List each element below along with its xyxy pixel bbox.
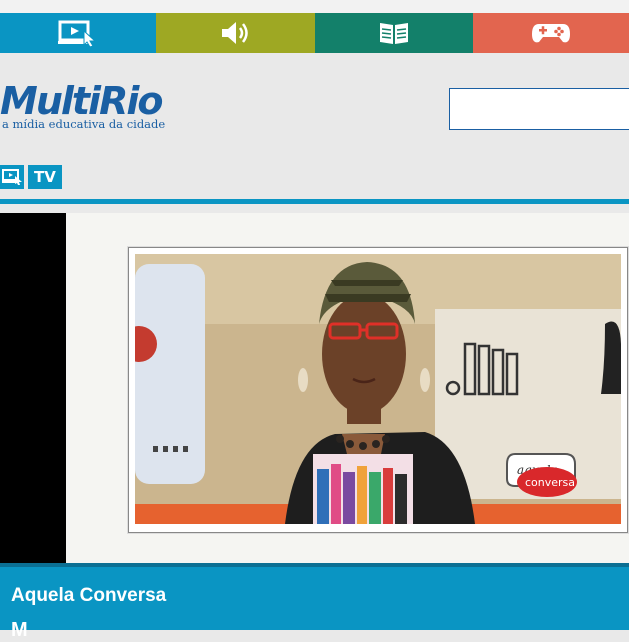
presenter-image: aquela conversa [135, 254, 621, 524]
video-frame: aquela conversa [128, 247, 628, 533]
speaker-icon [221, 22, 248, 44]
book-icon [380, 23, 408, 44]
category-bar [0, 13, 629, 53]
breadcrumb: TV [0, 165, 62, 189]
breadcrumb-video-icon[interactable] [0, 165, 24, 189]
badge-text-conversa: conversa [525, 476, 575, 489]
episode-subtitle: M [11, 619, 28, 641]
header-divider [0, 199, 629, 204]
program-title: Aquela Conversa [11, 585, 167, 606]
category-video[interactable] [0, 13, 156, 53]
category-games[interactable] [473, 13, 629, 53]
logo-tagline: a mídia educativa da cidade [2, 117, 166, 131]
video-thumbnail: aquela conversa [135, 254, 621, 524]
multirio-logo[interactable]: MultiRio a mídia educativa da cidade [0, 81, 165, 131]
search-input[interactable] [449, 88, 629, 130]
video-click-icon [58, 20, 97, 47]
breadcrumb-tv[interactable]: TV [28, 165, 62, 189]
video-click-icon [2, 169, 22, 185]
video-letterbox [0, 213, 66, 563]
category-reading[interactable] [315, 13, 473, 53]
gamepad-icon [532, 24, 570, 43]
top-strip [0, 0, 629, 13]
video-player[interactable]: aquela conversa [0, 213, 629, 563]
category-audio[interactable] [156, 13, 315, 53]
video-caption: Aquela Conversa M [0, 563, 629, 641]
